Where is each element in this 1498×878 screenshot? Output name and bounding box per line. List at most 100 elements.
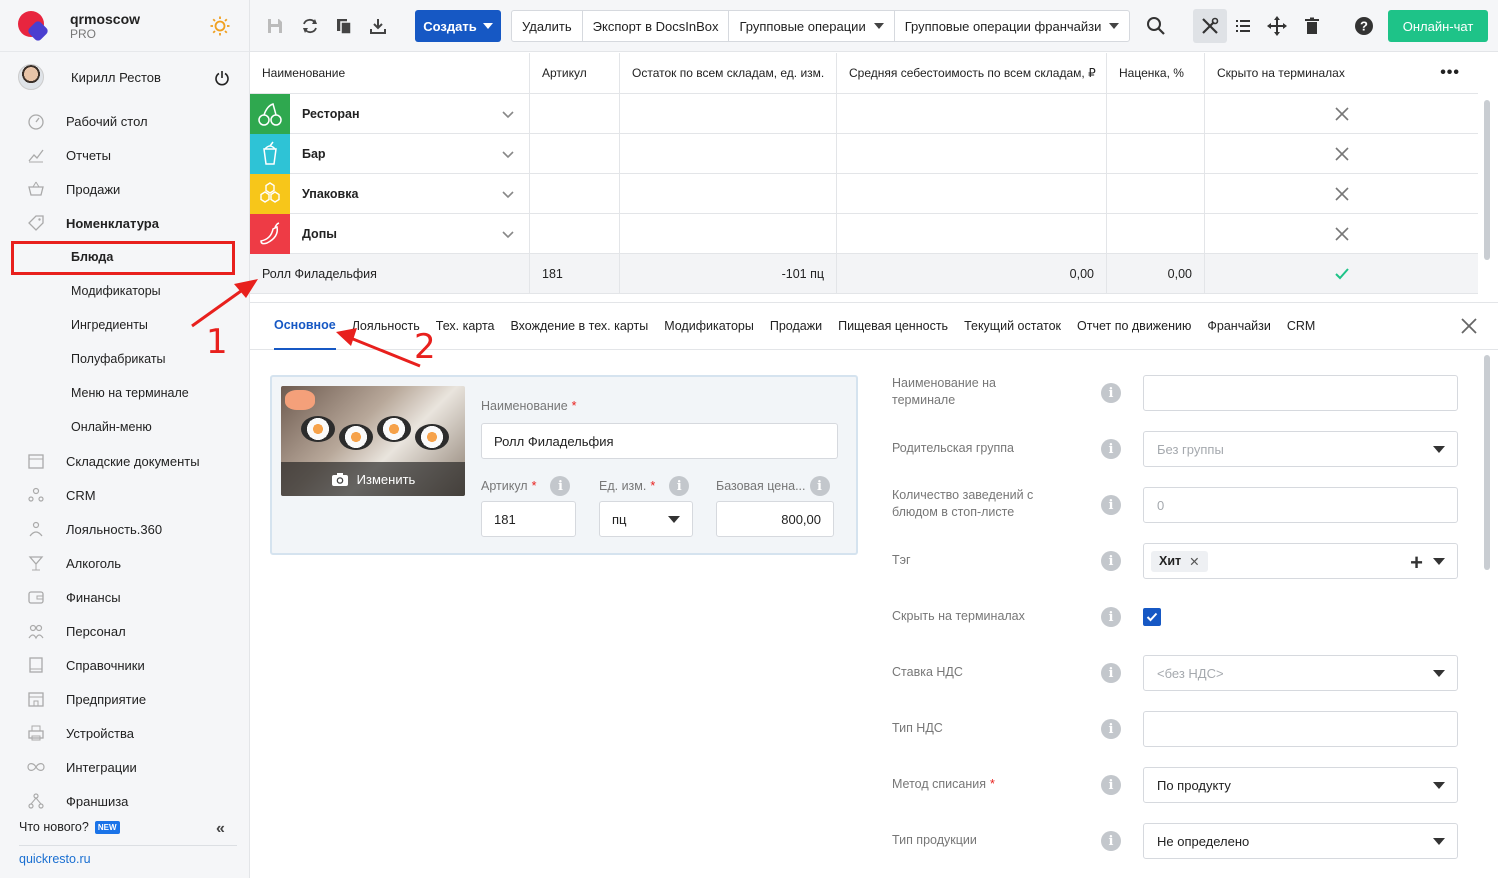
table-scrollbar[interactable] — [1484, 100, 1490, 260]
info-icon[interactable]: i — [1101, 663, 1121, 683]
change-photo-button[interactable]: Изменить — [281, 462, 465, 496]
brand[interactable]: qrmoscow PRO — [0, 0, 249, 52]
article-input[interactable]: 181 — [481, 501, 576, 537]
group-ops-franchise-dropdown[interactable]: Групповые операции франчайзи — [895, 11, 1130, 41]
remove-tag-icon[interactable]: ✕ — [1189, 554, 1199, 569]
user-panel[interactable]: Кирилл Рестов — [0, 52, 249, 102]
chevron-down-icon[interactable] — [501, 187, 515, 201]
detail-scrollbar[interactable] — [1484, 355, 1490, 570]
more-icon[interactable]: ••• — [1440, 64, 1460, 82]
refresh-icon[interactable] — [293, 9, 327, 43]
table-header: Наименование Артикул Остаток по всем скл… — [250, 53, 1478, 94]
col-cost[interactable]: Средняя себестоимость по всем складам, ₽ — [837, 53, 1107, 93]
info-icon[interactable]: i — [1101, 775, 1121, 795]
col-article[interactable]: Артикул — [530, 53, 620, 93]
nav-reports[interactable]: Отчеты — [0, 138, 249, 172]
table-row[interactable]: Ресторан — [250, 93, 1478, 134]
nav-devices[interactable]: Устройства — [0, 716, 249, 750]
whats-new-link[interactable]: Что нового? NEW — [19, 820, 120, 834]
nav-integrations[interactable]: Интеграции — [0, 750, 249, 784]
info-icon[interactable]: i — [1101, 383, 1121, 403]
info-icon[interactable]: i — [1101, 719, 1121, 739]
nav-enterprise[interactable]: Предприятие — [0, 682, 249, 716]
tab-current-stock[interactable]: Текущий остаток — [964, 303, 1061, 350]
add-tag-icon[interactable]: + — [1410, 550, 1423, 576]
product-type-select[interactable]: Не определено — [1143, 823, 1458, 859]
tab-movement-report[interactable]: Отчет по движению — [1077, 303, 1191, 350]
copy-icon[interactable] — [327, 9, 361, 43]
table-row[interactable]: Бар — [250, 133, 1478, 174]
tab-tech-card[interactable]: Тех. карта — [436, 303, 495, 350]
nav-loyalty[interactable]: Лояльность.360 — [0, 512, 249, 546]
save-icon[interactable] — [258, 9, 292, 43]
col-markup[interactable]: Наценка, % — [1107, 53, 1205, 93]
nav-franchise[interactable]: Франшиза — [0, 784, 249, 818]
trash-icon[interactable] — [1295, 9, 1329, 43]
tab-franchisee[interactable]: Франчайзи — [1207, 303, 1270, 350]
nav-refs[interactable]: Справочники — [0, 648, 249, 682]
info-icon[interactable]: i — [1101, 439, 1121, 459]
export-docsinbox-button[interactable]: Экспорт в DocsInBox — [583, 11, 730, 41]
nav-crm[interactable]: CRM — [0, 478, 249, 512]
chevron-down-icon[interactable] — [501, 227, 515, 241]
chevron-down-icon[interactable] — [501, 107, 515, 121]
nav-modifiers[interactable]: Модификаторы — [0, 274, 249, 308]
table-row-selected[interactable]: Ролл Филадельфия 181 -101 пц 0,00 0,00 — [250, 254, 1478, 294]
group-ops-dropdown[interactable]: Групповые операции — [729, 11, 895, 41]
info-icon[interactable]: i — [1101, 495, 1121, 515]
quickresto-link[interactable]: quickresto.ru — [19, 852, 91, 866]
parent-group-select[interactable]: Без группы — [1143, 431, 1458, 467]
nav-alcohol[interactable]: Алкоголь — [0, 546, 249, 580]
nav-online-menu[interactable]: Онлайн-меню — [0, 410, 249, 444]
tab-sales[interactable]: Продажи — [770, 303, 822, 350]
nav-nomenclature[interactable]: Номенклатура — [0, 206, 249, 240]
help-icon[interactable]: ? — [1347, 9, 1381, 43]
col-name[interactable]: Наименование — [250, 53, 530, 93]
online-chat-button[interactable]: Онлайн-чат — [1388, 10, 1488, 42]
nav-terminal-menu[interactable]: Меню на терминале — [0, 376, 249, 410]
tab-crm[interactable]: CRM — [1287, 303, 1315, 350]
stoplist-input[interactable]: 0 — [1143, 487, 1458, 523]
chevron-down-icon[interactable] — [501, 147, 515, 161]
delete-button[interactable]: Удалить — [512, 11, 583, 41]
tab-main[interactable]: Основное — [274, 303, 336, 350]
tools-icon[interactable] — [1193, 9, 1227, 43]
tab-tech-card-usage[interactable]: Вхождение в тех. карты — [510, 303, 648, 350]
info-icon[interactable]: i — [1101, 607, 1121, 627]
info-icon[interactable]: i — [1101, 831, 1121, 851]
table-row[interactable]: Допы — [250, 213, 1478, 254]
tab-modifiers[interactable]: Модификаторы — [664, 303, 754, 350]
info-icon[interactable]: i — [1101, 551, 1121, 571]
tab-loyalty[interactable]: Лояльность — [352, 303, 420, 350]
sun-icon[interactable] — [210, 16, 230, 36]
nav-desktop[interactable]: Рабочий стол — [0, 104, 249, 138]
nav-staff[interactable]: Персонал — [0, 614, 249, 648]
tab-nutrition[interactable]: Пищевая ценность — [838, 303, 948, 350]
list-icon[interactable] — [1226, 9, 1260, 43]
terminal-name-input[interactable] — [1143, 375, 1458, 411]
collapse-sidebar-icon[interactable]: « — [216, 820, 225, 838]
vat-type-input[interactable] — [1143, 711, 1458, 747]
vat-rate-select[interactable]: <без НДС> — [1143, 655, 1458, 691]
power-icon[interactable] — [214, 70, 230, 86]
create-button[interactable]: Создать — [415, 10, 501, 42]
nav-warehouse-docs[interactable]: Складские документы — [0, 444, 249, 478]
table-row[interactable]: Упаковка — [250, 173, 1478, 214]
dish-photo: Изменить — [281, 386, 465, 496]
download-icon[interactable] — [361, 9, 395, 43]
close-icon[interactable] — [1460, 317, 1478, 335]
tag-select[interactable]: Хит ✕ + — [1143, 543, 1458, 579]
price-input[interactable]: 800,00 — [716, 501, 834, 537]
nav-sales[interactable]: Продажи — [0, 172, 249, 206]
unit-select[interactable]: пц — [599, 501, 693, 537]
nav-ingredients-label: Ингредиенты — [71, 318, 148, 332]
col-hidden[interactable]: Скрыто на терминалах ••• — [1205, 53, 1478, 93]
search-icon[interactable] — [1139, 9, 1173, 43]
col-stock[interactable]: Остаток по всем складам, ед. изм. — [620, 53, 837, 93]
nav-finance[interactable]: Финансы — [0, 580, 249, 614]
writeoff-select[interactable]: По продукту — [1143, 767, 1458, 803]
hide-on-terminals-checkbox[interactable] — [1143, 608, 1161, 626]
move-icon[interactable] — [1260, 9, 1294, 43]
name-input[interactable]: Ролл Филадельфия — [481, 423, 838, 459]
caret-down-icon[interactable] — [1433, 558, 1445, 565]
